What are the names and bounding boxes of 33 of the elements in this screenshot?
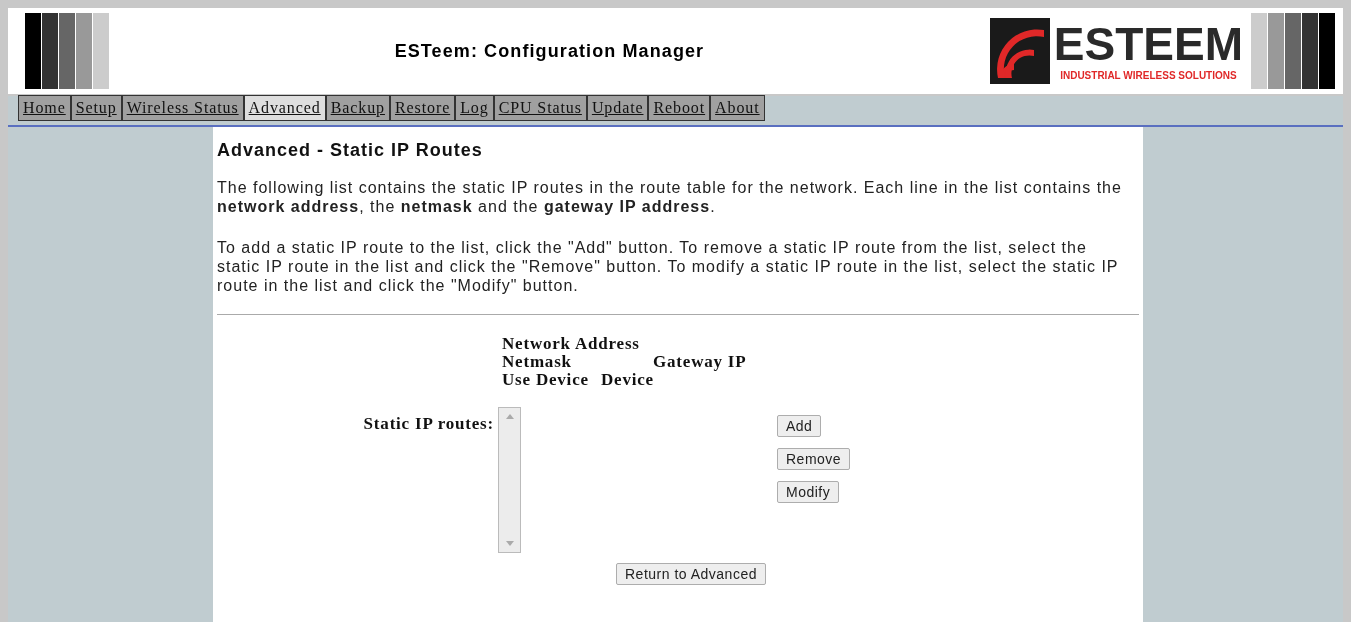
description-text: To add a static IP route to the list, click the "Add" button. To remove a static IP route from the list, select the static IP route in the list and click the "Remove" button. To modify a static IP route in the list, select the static IP route in the list and click the "Modify" button. (217, 238, 1120, 295)
nav-tab[interactable]: Reboot (648, 95, 711, 121)
nav-tab[interactable]: Update (586, 95, 649, 121)
stripes-icon (25, 13, 109, 89)
page-title: ESTeem: Configuration Manager (393, 39, 706, 63)
nav-tab[interactable]: Advanced (243, 95, 326, 121)
stripes-icon (1251, 13, 1335, 89)
column-header: Use Device (502, 371, 590, 389)
column-header: Device (601, 371, 654, 389)
scroll-down-icon[interactable] (505, 541, 514, 546)
column-header: Network Address (502, 335, 641, 353)
column-header: Gateway IP (653, 353, 747, 371)
nav-tab[interactable]: Restore (389, 95, 456, 121)
return-button[interactable]: Return to Advanced (616, 563, 766, 585)
nav-tab[interactable]: Backup (325, 95, 390, 121)
action-button[interactable]: Add (777, 415, 822, 437)
description-text: The following list contains the static IP routes in the route table for the network. Each line in the list contains the network address, the netmask and the gateway IP address. (217, 178, 1123, 216)
logo-tagline: INDUSTRIAL WIRELESS SOLUTIONS (1060, 68, 1237, 83)
nav-tab[interactable]: Wireless Status (121, 95, 244, 121)
scroll-up-icon[interactable] (505, 414, 514, 419)
nav-tab[interactable]: Setup (70, 95, 122, 121)
action-button[interactable]: Modify (777, 481, 840, 503)
action-button[interactable]: Remove (777, 448, 851, 470)
routes-listbox[interactable] (498, 407, 521, 553)
nav-tab[interactable]: About (710, 95, 765, 121)
nav-tab[interactable]: Home (18, 95, 71, 121)
column-header: Netmask (502, 353, 573, 371)
field-label: Static IP routes: (363, 413, 494, 435)
nav-tab[interactable]: Log (455, 95, 494, 121)
section-title: Advanced - Static IP Routes (217, 139, 484, 162)
signal-wave-icon (989, 18, 1050, 84)
nav-tab[interactable]: CPU Status (493, 95, 587, 121)
logo-wordmark: ESTEEM (1053, 19, 1243, 68)
